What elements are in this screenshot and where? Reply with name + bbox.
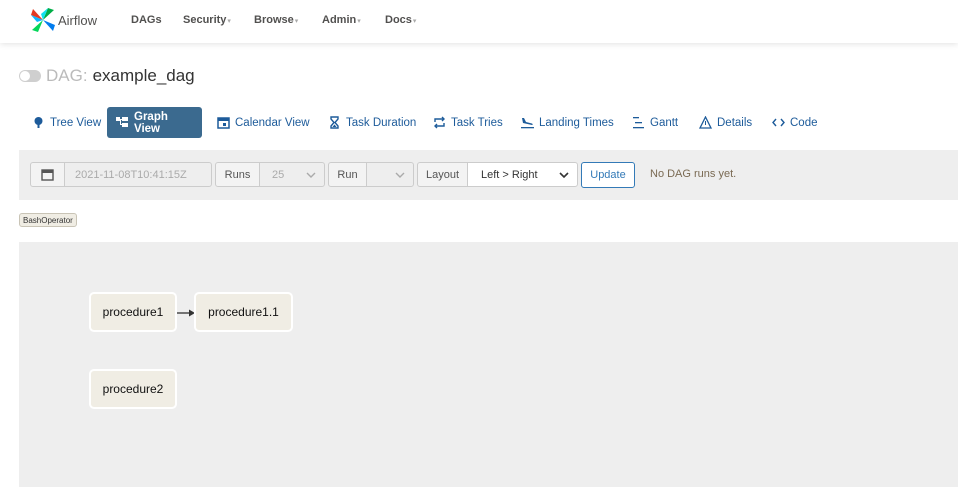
execution-date-value: 2021-11-08T10:41:15Z (75, 168, 187, 181)
nav-docs-label: Docs (385, 14, 412, 26)
tab-task-duration[interactable]: Task Duration (319, 107, 425, 138)
tab-graph-view[interactable]: Graph View (107, 107, 202, 138)
caret-down-icon: ▾ (294, 18, 299, 25)
task-node-procedure2[interactable]: procedure2 (89, 369, 177, 409)
update-button[interactable]: Update (581, 162, 635, 188)
nav-dags[interactable]: DAGs (131, 14, 162, 26)
task-node-label: procedure2 (102, 382, 164, 396)
repeat-icon (433, 116, 446, 129)
dag-title: DAG: example_dag (19, 65, 195, 87)
execution-date-input[interactable]: 2021-11-08T10:41:15Z (64, 162, 212, 187)
tab-details[interactable]: Details (690, 107, 761, 138)
tab-landing-times[interactable]: Landing Times (512, 107, 623, 138)
caret-down-icon: ▾ (227, 18, 231, 25)
gantt-icon (632, 116, 645, 129)
hourglass-icon (328, 116, 341, 129)
layout-select[interactable]: Left > Right (467, 162, 578, 187)
top-navbar: Airflow DAGs Security▾ Browse▾ Admin▾ Do… (0, 0, 958, 43)
tab-label: Gantt (650, 116, 679, 129)
task-node-label: procedure1 (102, 305, 164, 319)
plane-landing-icon (521, 116, 534, 129)
runs-value: 25 (272, 168, 285, 181)
chevron-down-icon (559, 172, 569, 179)
tab-label: Details (717, 116, 753, 129)
airflow-brand[interactable]: Airflow (29, 5, 97, 35)
task-node-procedure1.1[interactable]: procedure1.1 (194, 292, 293, 332)
nav-browse-label: Browse (254, 14, 294, 26)
tab-label: Task Tries (451, 116, 503, 129)
tab-label: Landing Times (539, 116, 614, 129)
nav-browse[interactable]: Browse▾ (254, 14, 298, 26)
graph-canvas[interactable]: procedure1 procedure1.1 procedure2 (19, 242, 958, 487)
tab-code[interactable]: Code (763, 107, 827, 138)
tab-label: Tree View (50, 116, 102, 129)
layout-label-text: Layout (425, 168, 460, 181)
chevron-down-icon (306, 172, 316, 178)
run-label: Run (328, 162, 367, 187)
operator-legend-bashoperator[interactable]: BashOperator (19, 213, 77, 227)
task-node-label: procedure1.1 (208, 305, 279, 319)
brand-name: Airflow (58, 12, 98, 28)
nav-admin-label: Admin (322, 14, 357, 26)
dag-prefix: DAG: (46, 66, 88, 85)
tab-tree-view[interactable]: Tree View (23, 107, 110, 138)
dag-id: example_dag (92, 66, 195, 85)
pause-toggle[interactable] (19, 70, 41, 82)
code-icon (772, 116, 785, 129)
graph-icon (116, 116, 129, 129)
operator-legend-label: BashOperator (23, 215, 73, 225)
calendar-icon (41, 169, 54, 181)
tab-task-tries[interactable]: Task Tries (424, 107, 512, 138)
edge-procedure1-to-procedure1.1 (177, 309, 195, 317)
task-node-procedure1[interactable]: procedure1 (89, 292, 177, 332)
status-message: No DAG runs yet. (650, 168, 737, 180)
tab-calendar-view[interactable]: Calendar View (208, 107, 319, 138)
tab-label: Task Duration (346, 116, 417, 129)
calendar-picker-button[interactable] (30, 162, 65, 187)
layout-label: Layout (417, 162, 468, 187)
nav-dags-label: DAGs (131, 14, 162, 26)
controls-bar: 2021-11-08T10:41:15Z Runs 25 Run Layout … (19, 150, 958, 200)
runs-select[interactable]: 25 (259, 162, 325, 187)
tab-label: Calendar View (235, 116, 310, 129)
nav-security-label: Security (183, 14, 227, 26)
runs-label-text: Runs (224, 168, 251, 181)
caret-down-icon: ▾ (412, 18, 417, 25)
runs-label: Runs (215, 162, 260, 187)
layout-value: Left > Right (481, 168, 538, 181)
caret-down-icon: ▾ (357, 18, 361, 25)
nav-security[interactable]: Security▾ (183, 14, 231, 26)
tree-icon (32, 116, 45, 129)
airflow-logo-icon (31, 8, 55, 32)
nav-admin[interactable]: Admin▾ (322, 14, 361, 26)
warning-triangle-icon (699, 116, 712, 129)
tab-label: Graph View (134, 110, 168, 135)
tab-gantt[interactable]: Gantt (623, 107, 687, 138)
chevron-down-icon (395, 172, 405, 178)
update-button-label: Update (590, 169, 626, 181)
nav-docs[interactable]: Docs▾ (385, 14, 416, 26)
calendar-icon (217, 116, 230, 129)
run-label-text: Run (337, 168, 358, 181)
run-select[interactable] (366, 162, 414, 187)
tab-label: Code (790, 116, 818, 129)
